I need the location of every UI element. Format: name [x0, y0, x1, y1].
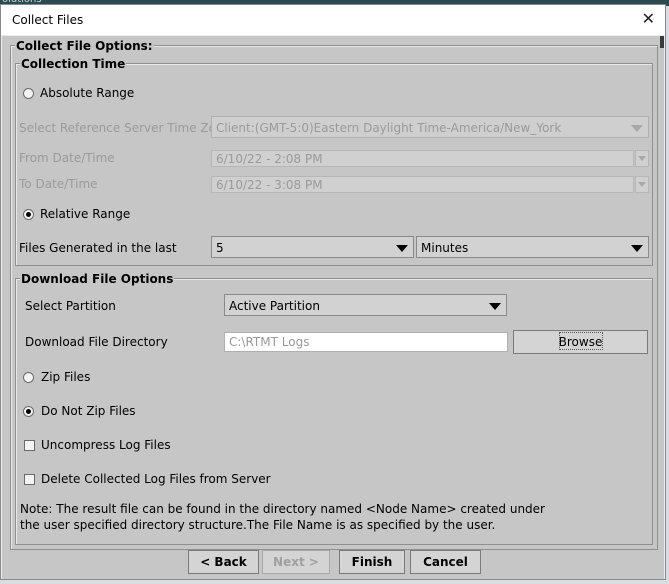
dropdown-arrow-icon — [489, 303, 501, 310]
from-datetime-field[interactable]: 6/10/22 - 2:08 PM — [211, 150, 634, 167]
note-line-2: the user specified directory structure.T… — [20, 518, 496, 532]
dropdown-arrow-icon — [631, 125, 643, 132]
select-partition-label: Select Partition — [25, 299, 116, 313]
cancel-button[interactable]: Cancel — [410, 550, 481, 574]
partition-dropdown[interactable]: Active Partition — [224, 294, 507, 316]
to-datetime-spinner-arrow-icon[interactable] — [635, 176, 649, 193]
from-datetime-spinner-arrow-icon[interactable] — [635, 150, 649, 167]
zip-files-radio[interactable] — [23, 372, 34, 383]
zip-files-label: Zip Files — [41, 370, 91, 384]
uncompress-checkbox[interactable] — [24, 440, 35, 451]
download-file-options-legend: Download File Options — [20, 272, 175, 286]
download-directory-label: Download File Directory — [25, 335, 168, 349]
from-datetime-label: From Date/Time — [19, 151, 115, 165]
back-button[interactable]: < Back — [188, 550, 259, 574]
dropdown-arrow-icon — [631, 245, 643, 252]
next-button[interactable]: Next > — [262, 550, 330, 574]
note-line-1: Note: The result file can be found in th… — [20, 502, 545, 516]
collect-files-dialog: Collect Files ✕ Collect File Options: Co… — [0, 4, 666, 580]
dropdown-arrow-icon — [396, 245, 408, 252]
close-icon[interactable]: ✕ — [642, 10, 655, 28]
download-directory-field[interactable] — [225, 333, 507, 351]
timezone-dropdown[interactable]: Client:(GMT-5:0)Eastern Daylight Time-Am… — [211, 116, 649, 138]
collection-time-legend: Collection Time — [20, 57, 127, 71]
download-directory-input[interactable] — [224, 332, 508, 352]
title-bar: Collect Files ✕ — [1, 5, 665, 35]
to-datetime-value: 6/10/22 - 3:08 PM — [216, 178, 323, 192]
files-generated-count-dropdown[interactable]: 5 — [211, 236, 414, 258]
timezone-label: Select Reference Server Time Zo... — [19, 121, 228, 135]
relative-range-radio[interactable] — [23, 209, 34, 220]
do-not-zip-radio[interactable] — [23, 406, 34, 417]
scrollbar-marker — [660, 36, 664, 48]
files-generated-count-value: 5 — [216, 241, 224, 255]
timezone-value: Client:(GMT-5:0)Eastern Daylight Time-Am… — [216, 121, 562, 135]
finish-button[interactable]: Finish — [339, 550, 405, 574]
absolute-range-label: Absolute Range — [40, 86, 135, 100]
focus-ring — [559, 332, 603, 350]
relative-range-label: Relative Range — [40, 207, 131, 221]
dialog-title: Collect Files — [12, 13, 84, 27]
browse-button[interactable]: Browse — [513, 330, 648, 354]
partition-value: Active Partition — [229, 299, 320, 313]
to-datetime-field[interactable]: 6/10/22 - 3:08 PM — [211, 176, 634, 193]
delete-logs-checkbox[interactable] — [24, 474, 35, 485]
uncompress-label: Uncompress Log Files — [41, 438, 171, 452]
absolute-range-radio[interactable] — [23, 88, 34, 99]
files-generated-unit-value: Minutes — [421, 241, 469, 255]
delete-logs-label: Delete Collected Log Files from Server — [41, 472, 271, 486]
collect-file-options-legend: Collect File Options: — [15, 39, 154, 53]
from-datetime-value: 6/10/22 - 2:08 PM — [216, 152, 323, 166]
dialog-content: Collect File Options: Collection Time Ab… — [2, 36, 664, 579]
files-generated-unit-dropdown[interactable]: Minutes — [416, 236, 649, 258]
do-not-zip-label: Do Not Zip Files — [41, 404, 136, 418]
files-generated-label: Files Generated in the last — [19, 241, 177, 255]
to-datetime-label: To Date/Time — [19, 177, 98, 191]
